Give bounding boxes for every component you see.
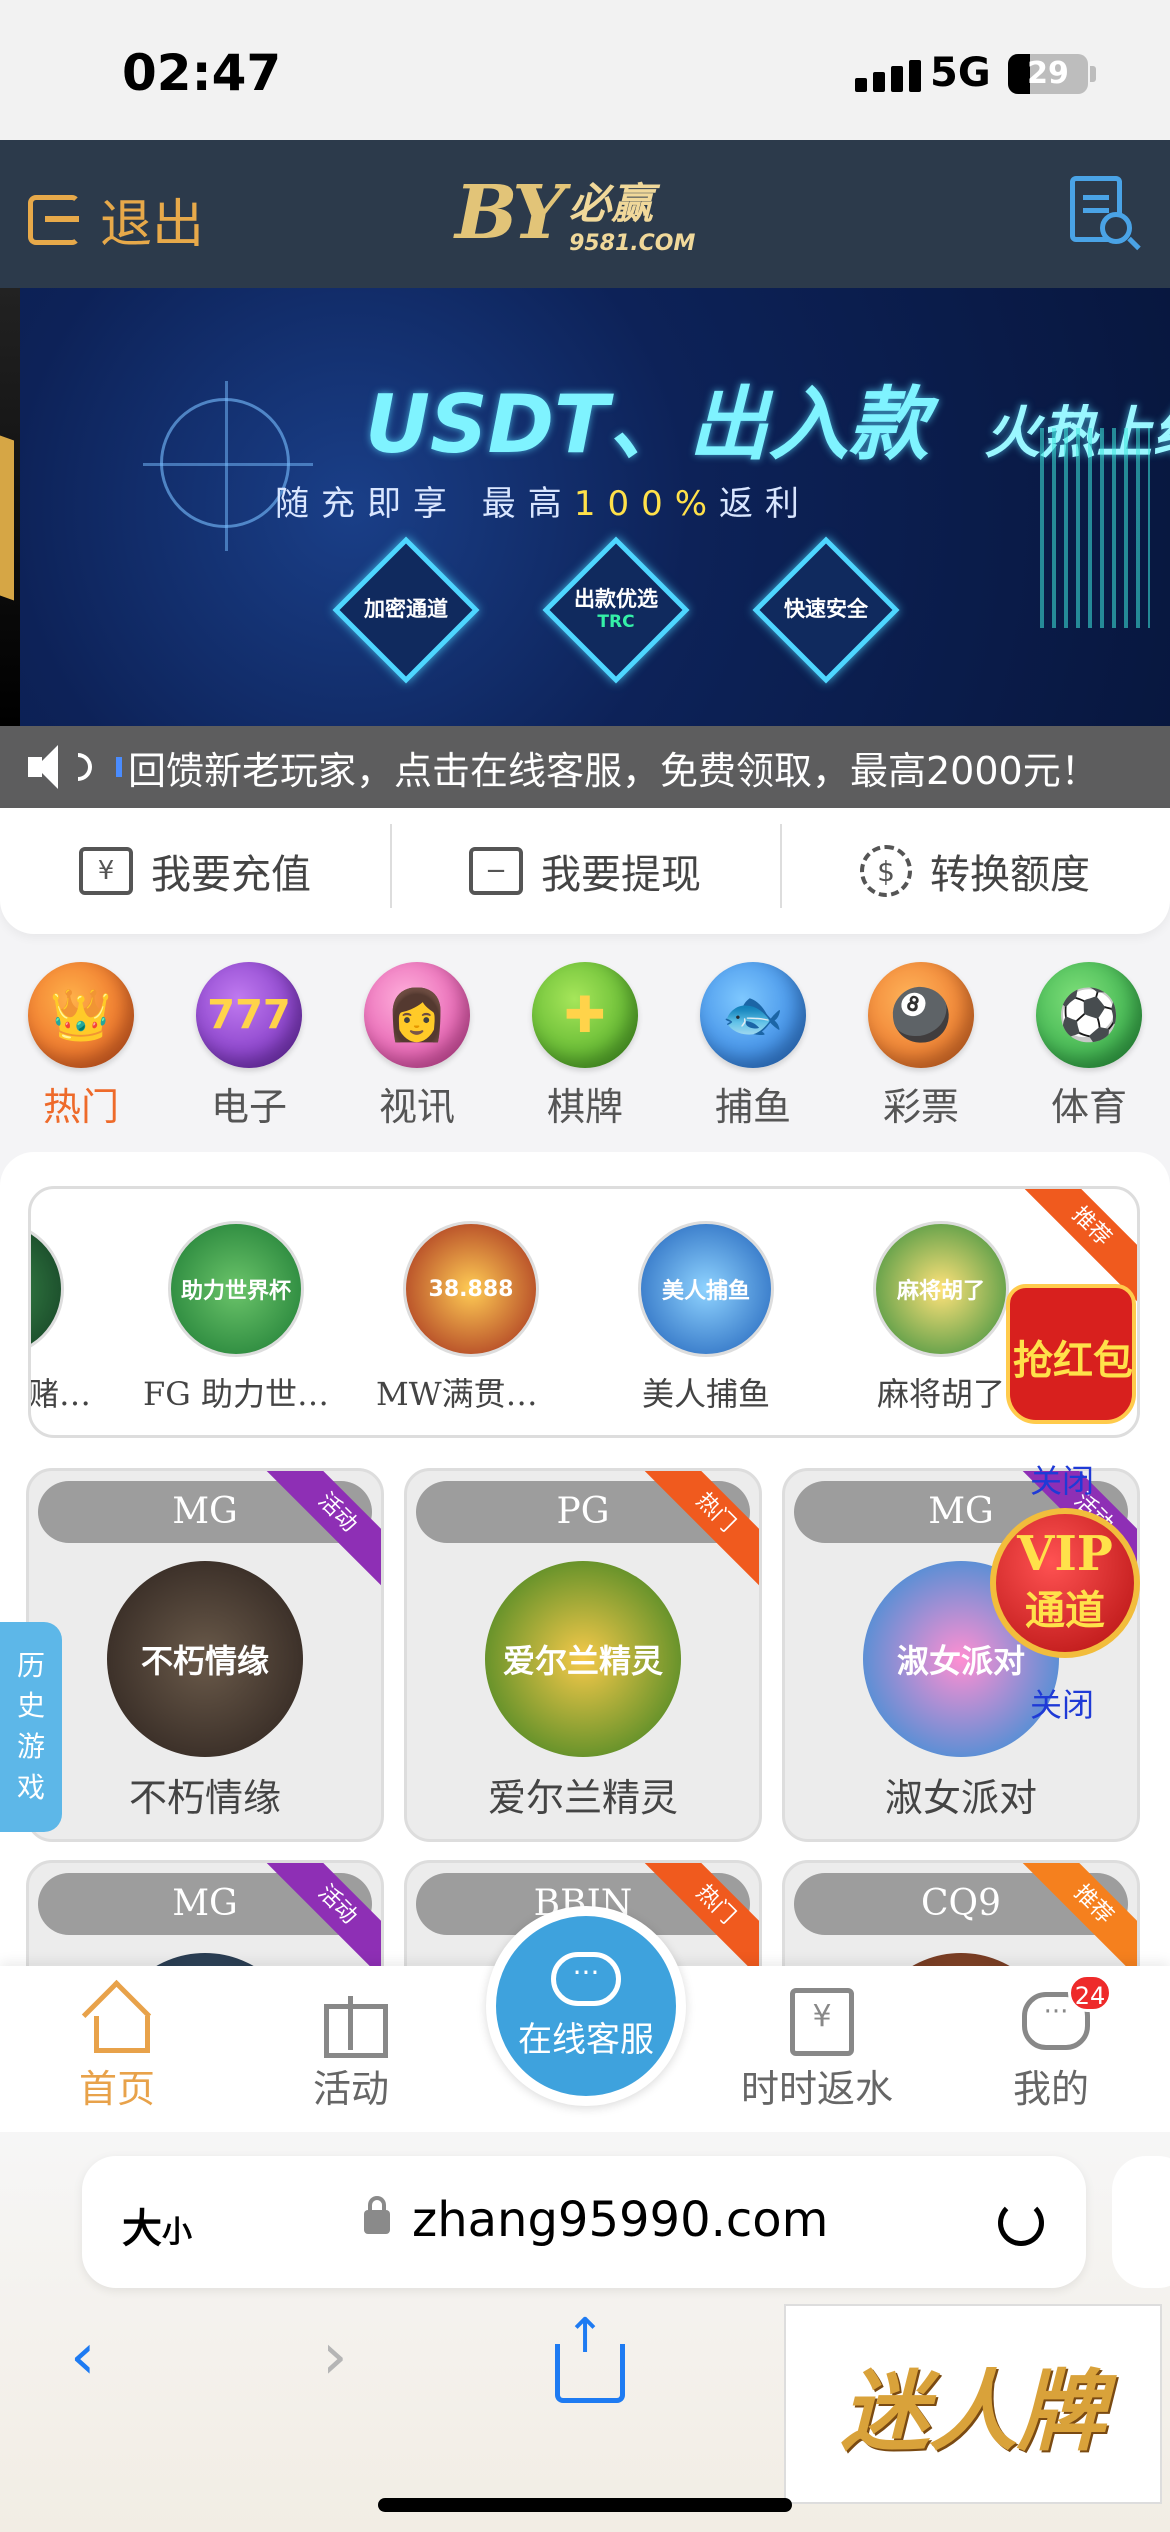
deposit-icon: ¥ xyxy=(79,847,133,895)
logout-button[interactable]: 退出 xyxy=(28,182,204,257)
slot-777-icon: 777 xyxy=(196,962,302,1068)
home-indicator xyxy=(378,2498,792,2512)
game-name: 淑女派对 xyxy=(884,1776,1037,1820)
close-red-packet-button[interactable]: 关闭 xyxy=(1030,1456,1094,1502)
tab-activity[interactable]: 活动 xyxy=(276,1986,426,2113)
announcement-text: 回馈新老玩家，点击在线客服，免费领取，最高2000元！ xyxy=(128,748,1099,793)
red-packet-label: 抢红包 xyxy=(1013,1338,1133,1384)
brand-mark: BY xyxy=(455,170,565,256)
live-dealer-icon: 👩 xyxy=(364,962,470,1068)
headset-chat-icon: ··· xyxy=(551,1951,621,2006)
network-type: 5G xyxy=(930,50,991,96)
withdraw-icon: − xyxy=(469,847,523,895)
game-art: 不朽情缘 xyxy=(107,1561,303,1757)
reload-icon[interactable] xyxy=(998,2200,1044,2246)
game-art: 爱尔兰精灵 xyxy=(485,1561,681,1757)
game-name: 爱尔兰精灵 xyxy=(487,1776,678,1820)
cellular-signal-icon xyxy=(855,60,921,92)
transfer-button[interactable]: $ 转换额度 xyxy=(780,824,1170,908)
game-name: 不朽情缘 xyxy=(128,1776,281,1820)
deposit-button[interactable]: ¥ 我要充值 xyxy=(0,842,390,900)
category-chess[interactable]: ✚ 棋牌 xyxy=(526,962,644,1132)
address-bar[interactable]: 大小 zhang95990.com xyxy=(82,2156,1086,2288)
vip-channel-button[interactable]: VIP 通道 xyxy=(990,1508,1140,1658)
game-card[interactable]: MG 活动 不朽情缘 不朽情缘 xyxy=(26,1468,384,1842)
notification-badge: 24 xyxy=(1068,1974,1112,2012)
next-tab-preview[interactable] xyxy=(1112,2156,1170,2288)
recent-game[interactable]: 美人捕鱼 美人捕鱼 xyxy=(611,1221,801,1415)
game-categories: 👑 热门 777 电子 👩 视讯 ✚ 棋牌 🐟 捕鱼 🎱 彩票 ⚽ 体育 xyxy=(0,962,1170,1132)
category-hot[interactable]: 👑 热门 xyxy=(22,962,140,1132)
chat-icon: 24 xyxy=(1018,1974,1112,2052)
category-sports[interactable]: ⚽ 体育 xyxy=(1030,962,1148,1132)
back-chevron-icon[interactable]: ‹ xyxy=(70,2320,96,2394)
wallet-actions: ¥ 我要充值 − 我要提现 $ 转换额度 xyxy=(0,808,1170,934)
banner-prev-slide-edge xyxy=(0,288,20,726)
game-card[interactable]: MG 活动 xyxy=(26,1860,384,1972)
crosshair-decoration-icon xyxy=(143,381,313,551)
promo-banner[interactable]: USDT、出入款 火热上线 随充即享 最高100%返利 加密通道 出款优选TRC… xyxy=(0,288,1170,726)
customer-service-label: 在线客服 xyxy=(518,2019,654,2060)
banner-badge: 加密通道 xyxy=(340,544,472,676)
recent-game[interactable]: 助力世界杯 FG 助力世… xyxy=(141,1221,331,1415)
battery-icon: 29 xyxy=(1008,54,1088,94)
brand-logo: BY 必赢 9581.COM xyxy=(455,170,695,256)
soccer-ball-icon: ⚽ xyxy=(1036,962,1142,1068)
category-fishing[interactable]: 🐟 捕鱼 xyxy=(694,962,812,1132)
overlay-ad[interactable]: 迷人牌 xyxy=(784,2304,1162,2504)
transfer-icon: $ xyxy=(860,845,912,897)
gift-icon xyxy=(318,1986,388,2058)
category-lottery[interactable]: 🎱 彩票 xyxy=(862,962,980,1132)
share-icon[interactable] xyxy=(555,2308,625,2403)
recent-games-strip[interactable]: 赌… 助力世界杯 FG 助力世… 38.888 MW满贯七… 美人捕鱼 美人捕鱼… xyxy=(28,1186,1140,1438)
close-vip-button[interactable]: 关闭 xyxy=(1030,1680,1094,1726)
banner-tagline-highlight: 100% xyxy=(573,484,720,524)
banner-badges: 加密通道 出款优选 TRC 快速安全 xyxy=(340,544,892,676)
battery-level: 29 xyxy=(1027,56,1069,91)
fish-icon: 🐟 xyxy=(700,962,806,1068)
red-packet-button[interactable]: 抢红包 xyxy=(990,1284,1140,1432)
category-slots[interactable]: 777 电子 xyxy=(190,962,308,1132)
tab-mine[interactable]: 24 我的 xyxy=(976,1974,1126,2113)
app-header: 退出 BY 必赢 9581.COM xyxy=(0,140,1170,288)
sound-wave-icon xyxy=(78,753,92,781)
tab-rebate[interactable]: 时时返水 xyxy=(741,1986,893,2113)
vip-subtitle: 通道 xyxy=(1025,1588,1105,1634)
vip-title: VIP xyxy=(1017,1526,1113,1582)
data-bars-decoration xyxy=(1040,428,1150,628)
chess-coin-icon: ✚ xyxy=(532,962,638,1068)
game-card[interactable]: PG 热门 爱尔兰精灵 爱尔兰精灵 xyxy=(404,1468,762,1842)
category-live[interactable]: 👩 视讯 xyxy=(358,962,476,1132)
speaker-icon xyxy=(28,743,76,791)
logout-icon xyxy=(28,194,80,245)
banner-tagline: 随充即享 最高100%返利 xyxy=(275,484,812,524)
brand-name: 必赢 xyxy=(569,179,654,228)
bet-history-search-icon[interactable] xyxy=(1066,176,1142,256)
lock-icon xyxy=(364,2196,390,2234)
announcement-marquee[interactable]: 回馈新老玩家，点击在线客服，免费领取，最高2000元！ xyxy=(0,726,1170,808)
banner-badge: 快速安全 xyxy=(760,544,892,676)
status-bar: 02:47 5G 29 xyxy=(0,0,1170,140)
withdraw-button[interactable]: − 我要提现 xyxy=(390,824,780,908)
rebate-icon xyxy=(784,1986,854,2056)
recent-game[interactable]: 赌… xyxy=(31,1221,91,1415)
text-size-button[interactable]: 大小 xyxy=(122,2196,192,2254)
crown-icon: 👑 xyxy=(28,962,134,1068)
logout-label: 退出 xyxy=(100,195,205,255)
home-icon xyxy=(84,1986,150,2053)
game-history-tab[interactable]: 历 史 游 戏 xyxy=(0,1622,62,1832)
status-time: 02:47 xyxy=(122,44,282,102)
game-card[interactable]: CQ9 推荐 xyxy=(782,1860,1140,1972)
url-text: zhang95990.com xyxy=(412,2192,829,2248)
brand-url: 9581.COM xyxy=(569,231,696,256)
customer-service-button[interactable]: ··· 在线客服 xyxy=(486,1906,686,2106)
tab-home[interactable]: 首页 xyxy=(42,1986,192,2113)
forward-chevron-icon[interactable]: › xyxy=(322,2320,348,2394)
battery-tip xyxy=(1090,66,1096,82)
recent-game[interactable]: 38.888 MW满贯七… xyxy=(376,1221,566,1415)
lottery-balls-icon: 🎱 xyxy=(868,962,974,1068)
banner-badge: 出款优选 TRC xyxy=(550,544,682,676)
